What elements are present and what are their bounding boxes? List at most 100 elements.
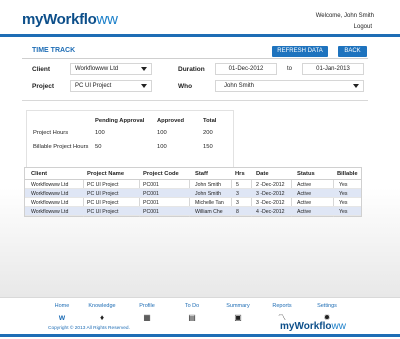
clipboard-icon: ▤ xyxy=(188,313,196,322)
column-header-hrs[interactable]: Hrs xyxy=(235,171,245,177)
cell-billable: Yes xyxy=(339,200,348,206)
summary-cell: 100 xyxy=(95,130,105,136)
project-select-value: PC UI Project xyxy=(75,83,112,89)
footer-logo: myWorkfloww xyxy=(280,321,346,332)
cell-client: Workflowww Ltd xyxy=(31,209,69,215)
cell-hrs: 8 xyxy=(236,209,239,215)
cell-status: Active xyxy=(297,191,312,197)
nav-todo-label: To Do xyxy=(184,303,200,309)
chevron-down-icon xyxy=(353,84,359,88)
duration-to-label: to xyxy=(287,66,293,72)
cell-project-code: PC001 xyxy=(143,191,159,197)
client-select[interactable]: Workflowww Ltd xyxy=(70,63,152,75)
cell-date: 3 -Dec-2012 xyxy=(256,191,285,197)
column-header-project-name[interactable]: Project Name xyxy=(87,171,124,177)
footer-logo-wave: ww xyxy=(331,321,346,332)
nav-settings[interactable]: Settings ✹ xyxy=(307,303,347,322)
profile-card-icon: ▦ xyxy=(143,313,151,322)
footer-bar xyxy=(0,334,400,337)
cell-status: Active xyxy=(297,200,312,206)
column-header-billable[interactable]: Billable xyxy=(337,171,358,177)
app-header: myWorkfloww Welcome, John Smith Logout xyxy=(0,0,400,37)
summary-cell: 50 xyxy=(95,144,102,150)
summary-header-approved: Approved xyxy=(157,118,185,124)
cell-billable: Yes xyxy=(339,182,348,188)
cell-client: Workflowww Ltd xyxy=(31,191,69,197)
who-select-value: John Smith xyxy=(224,83,255,89)
cell-hrs: 3 xyxy=(236,200,239,206)
cell-date: 2 -Dec-2012 xyxy=(256,182,285,188)
cell-hrs: 3 xyxy=(236,191,239,197)
app-logo[interactable]: myWorkfloww xyxy=(22,11,118,28)
summary-cell: 150 xyxy=(203,144,213,150)
cell-client: Workflowww Ltd xyxy=(31,200,69,206)
nav-todo[interactable]: To Do ▤ xyxy=(172,303,212,322)
nav-profile-label: Profile xyxy=(139,303,155,309)
cell-date: 4 -Dec-2012 xyxy=(256,209,285,215)
duration-to-input[interactable]: 01-Jan-2013 xyxy=(302,63,364,75)
back-button[interactable]: BACK xyxy=(338,46,367,57)
column-header-client[interactable]: Client xyxy=(31,171,47,177)
table-row[interactable]: Workflowww Ltd PC UI Project PC001 Miche… xyxy=(25,198,361,207)
time-entries-table: Client Project Name Project Code Staff H… xyxy=(24,167,362,217)
app-footer: Home w Knowledge ♦ Profile ▦ To Do ▤ Sum… xyxy=(0,297,400,339)
summary-row-label: Project Hours xyxy=(33,130,69,136)
cell-staff: Michelle Tan xyxy=(195,200,224,206)
cell-hrs: 5 xyxy=(236,182,239,188)
duration-from-input[interactable]: 01-Dec-2012 xyxy=(215,63,277,75)
summary-cell: 100 xyxy=(157,130,167,136)
home-icon: w xyxy=(58,313,66,322)
duration-label: Duration xyxy=(178,66,205,73)
summary-cell: 200 xyxy=(203,130,213,136)
refresh-data-button[interactable]: REFRESH DATA xyxy=(272,46,328,57)
cell-staff: William Che xyxy=(195,209,223,215)
nav-summary[interactable]: Summary ▣ xyxy=(218,303,258,322)
client-select-value: Workflowww Ltd xyxy=(75,66,119,72)
cell-status: Active xyxy=(297,182,312,188)
column-header-date[interactable]: Date xyxy=(256,171,269,177)
cell-date: 3 -Dec-2012 xyxy=(256,200,285,206)
column-header-staff[interactable]: Staff xyxy=(195,171,208,177)
cell-client: Workflowww Ltd xyxy=(31,182,69,188)
cell-billable: Yes xyxy=(339,191,348,197)
project-label: Project xyxy=(32,83,55,90)
cell-project-code: PC001 xyxy=(143,182,159,188)
cell-project-code: PC001 xyxy=(143,200,159,206)
chevron-down-icon xyxy=(141,67,147,71)
chevron-down-icon xyxy=(141,84,147,88)
client-label: Client xyxy=(32,66,51,73)
cell-project-name: PC UI Project xyxy=(87,209,119,215)
column-header-project-code[interactable]: Project Code xyxy=(143,171,179,177)
logo-wave: ww xyxy=(96,11,118,28)
nav-reports[interactable]: Reports 〽 xyxy=(262,303,302,322)
cell-staff: John Smith xyxy=(195,182,221,188)
cell-project-name: PC UI Project xyxy=(87,191,119,197)
cell-status: Active xyxy=(297,209,312,215)
nav-knowledge[interactable]: Knowledge ♦ xyxy=(82,303,122,322)
table-row[interactable]: Workflowww Ltd PC UI Project PC001 Willi… xyxy=(25,207,361,216)
project-select[interactable]: PC UI Project xyxy=(70,80,152,92)
column-header-status[interactable]: Status xyxy=(297,171,315,177)
page-title: TIME TRACK xyxy=(32,47,76,54)
footer-logo-text: myWorkflo xyxy=(280,321,332,332)
table-row[interactable]: Workflowww Ltd PC UI Project PC001 John … xyxy=(25,189,361,198)
summary-cell: 100 xyxy=(157,144,167,150)
nav-home[interactable]: Home w xyxy=(42,303,82,322)
nav-summary-label: Summary xyxy=(226,303,250,309)
main-content: TIME TRACK REFRESH DATA BACK Client Work… xyxy=(0,37,400,297)
copyright-text: Copyright © 2013 All Rights Reserved. xyxy=(48,326,130,331)
nav-home-label: Home xyxy=(54,303,70,309)
lightbulb-icon: ♦ xyxy=(99,313,105,322)
cell-staff: John Smith xyxy=(195,191,221,197)
table-row[interactable]: Workflowww Ltd PC UI Project PC001 John … xyxy=(25,180,361,189)
cell-billable: Yes xyxy=(339,209,348,215)
table-header: Client Project Name Project Code Staff H… xyxy=(25,168,361,180)
logout-link[interactable]: Logout xyxy=(354,24,372,30)
cell-project-name: PC UI Project xyxy=(87,182,119,188)
nav-settings-label: Settings xyxy=(317,303,337,309)
nav-profile[interactable]: Profile ▦ xyxy=(127,303,167,322)
who-select[interactable]: John Smith xyxy=(215,80,364,92)
summary-icon: ▣ xyxy=(234,313,242,322)
summary-header-pending: Pending Approval xyxy=(95,118,145,124)
logo-text: myWorkflo xyxy=(22,11,97,28)
